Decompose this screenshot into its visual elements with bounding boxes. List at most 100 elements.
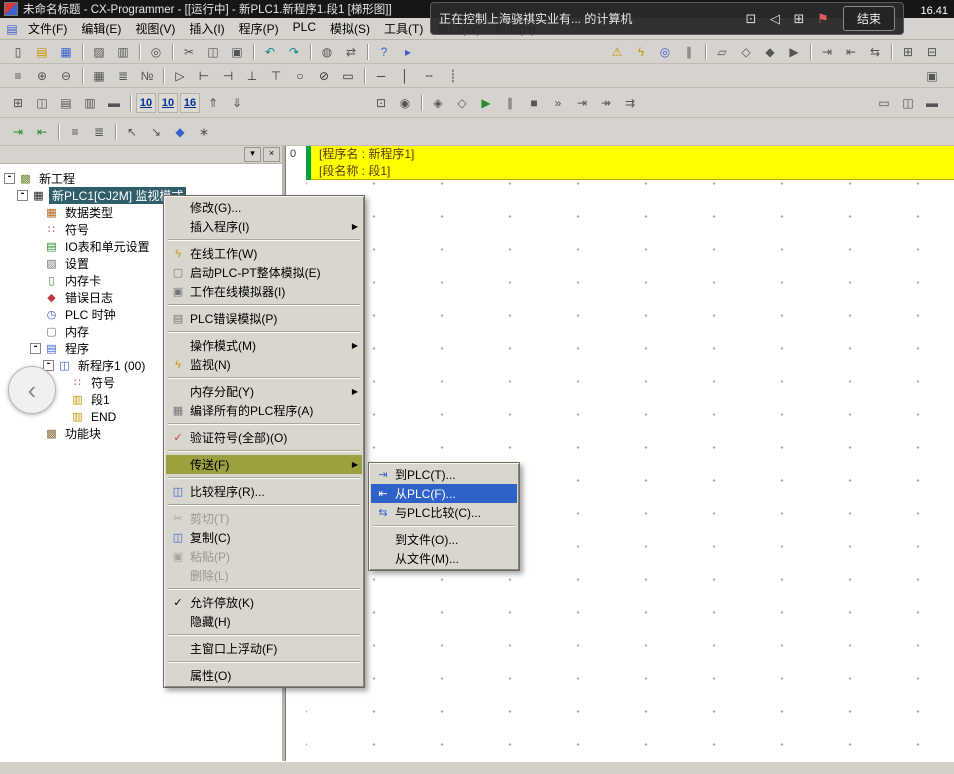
menu-compare-with-plc[interactable]: ⇆ 与PLC比较(C)...	[371, 503, 517, 522]
program-mode-button[interactable]: ▱	[711, 42, 733, 62]
menu-insert[interactable]: 插入(I)	[182, 18, 231, 39]
navigate-forward-button[interactable]: ↘	[145, 122, 167, 142]
scan-run-button[interactable]: ⇉	[619, 93, 641, 113]
menu-to-file[interactable]: 到文件(O)...	[371, 530, 517, 549]
align-list-button[interactable]: ≡	[64, 122, 86, 142]
menu-hide[interactable]: 隐藏(H)	[166, 612, 362, 631]
menu-edit[interactable]: 编辑(E)	[74, 18, 128, 39]
zoom-out-button[interactable]: ⊖	[55, 66, 77, 86]
dock-menu-button[interactable]: ▾	[244, 147, 261, 162]
comment-16-button[interactable]: 16	[180, 93, 200, 113]
watch-window-button[interactable]: ▥	[79, 93, 101, 113]
menu-copy[interactable]: ◫ 复制(C)	[166, 528, 362, 547]
section-header-row[interactable]: [段名称 : 段1]	[286, 163, 954, 180]
tree-expander-icon[interactable]	[30, 224, 41, 235]
close-panel-button[interactable]: ×	[263, 147, 280, 162]
menu-monitor[interactable]: ϟ 监视(N)	[166, 355, 362, 374]
send-changes-button[interactable]: ◉	[394, 93, 416, 113]
context-help-button[interactable]: ▸	[397, 42, 419, 62]
tree-expander-icon[interactable]	[30, 275, 41, 286]
compare-with-plc-button[interactable]: ⇆	[864, 42, 886, 62]
menu-transfer[interactable]: 传送(F) ▶	[166, 455, 362, 474]
menu-tools[interactable]: 工具(T)	[377, 18, 430, 39]
previous-reference-button[interactable]: ⇑	[202, 93, 224, 113]
navigate-back-button[interactable]: ↖	[121, 122, 143, 142]
tree-expander-icon[interactable]	[30, 292, 41, 303]
menu-program[interactable]: 程序(P)	[232, 18, 286, 39]
contact-nc-button[interactable]: ⊣	[217, 66, 239, 86]
transfer-from-plc-button[interactable]: ⇤	[840, 42, 862, 62]
tree-expander-icon[interactable]	[30, 207, 41, 218]
delete-horizontal-line-button[interactable]: ╌	[418, 66, 440, 86]
find-next-button[interactable]: ◍	[316, 42, 338, 62]
child-window-icon[interactable]: ▤	[3, 22, 21, 36]
tree-expander-icon[interactable]: -	[4, 173, 15, 184]
menu-compare-program[interactable]: ◫ 比较程序(R)...	[166, 482, 362, 501]
view-mnemonic-button[interactable]: ≡	[7, 66, 29, 86]
print-preview-button[interactable]: ▥	[112, 42, 134, 62]
menu-compile-all-plc-programs[interactable]: ▦ 编译所有的PLC程序(A)	[166, 401, 362, 420]
new-view-button[interactable]: ⊞	[7, 93, 29, 113]
tree-expander-icon[interactable]	[56, 411, 67, 422]
coil-nc-button[interactable]: ⊘	[313, 66, 335, 86]
menu-work-online-simulator[interactable]: ▣ 工作在线模拟器(I)	[166, 282, 362, 301]
step-run-button[interactable]: »	[547, 93, 569, 113]
new-file-button[interactable]: ▯	[7, 42, 29, 62]
menu-from-file[interactable]: 从文件(M)...	[371, 549, 517, 568]
paste-button[interactable]: ▣	[226, 42, 248, 62]
save-button[interactable]: ▦	[55, 42, 77, 62]
menu-operating-mode[interactable]: 操作模式(M) ▶	[166, 336, 362, 355]
transfer-to-plc-button[interactable]: ⇥	[816, 42, 838, 62]
menu-memory-allocation[interactable]: 内存分配(Y) ▶	[166, 382, 362, 401]
force-on-button[interactable]: ◈	[427, 93, 449, 113]
pause-monitor-button[interactable]: ∥	[678, 42, 700, 62]
menu-paste[interactable]: ▣ 粘贴(P)	[166, 547, 362, 566]
instruction-button[interactable]: ▭	[337, 66, 359, 86]
restore-all-button[interactable]: ◫	[897, 93, 919, 113]
bookmark-button[interactable]: ◆	[169, 122, 191, 142]
ladder-editor[interactable]: 0 [程序名 : 新程序1] [段名称 : 段1]	[285, 146, 954, 762]
delete-vertical-line-button[interactable]: ┊	[442, 66, 464, 86]
run-button[interactable]: ▶	[475, 93, 497, 113]
undo-button[interactable]: ↶	[259, 42, 281, 62]
menu-insert-program[interactable]: 插入程序(I) ▶	[166, 217, 362, 236]
cross-reference-window-button[interactable]: ◫	[31, 93, 53, 113]
minimize-all-button[interactable]: ▭	[873, 93, 895, 113]
menu-from-plc[interactable]: ⇤ 从PLC(F)...	[371, 484, 517, 503]
contact-or-no-button[interactable]: ⊥	[241, 66, 263, 86]
global-comment-10-button[interactable]: 10	[158, 93, 178, 113]
pause-button[interactable]: ∥	[499, 93, 521, 113]
tree-expander-icon[interactable]	[30, 309, 41, 320]
menu-work-online[interactable]: ϟ 在线工作(W)	[166, 244, 362, 263]
online-edit-button[interactable]: ⊡	[370, 93, 392, 113]
cross-reference-button[interactable]: ∗	[193, 122, 215, 142]
error-log-button[interactable]: ⚠	[606, 42, 628, 62]
find-button[interactable]: ◎	[145, 42, 167, 62]
tree-expander-icon[interactable]	[30, 326, 41, 337]
add-window-icon[interactable]: ⊞	[787, 11, 811, 27]
menu-to-plc[interactable]: ⇥ 到PLC(T)...	[371, 465, 517, 484]
debug-mode-button[interactable]: ◇	[735, 42, 757, 62]
tree-item-project[interactable]: - ▩ 新工程	[0, 170, 282, 187]
menu-plc-error-simulation[interactable]: ▤ PLC错误模拟(P)	[166, 309, 362, 328]
tree-expander-icon[interactable]	[56, 377, 67, 388]
menu-verify-symbols[interactable]: ✓ 验证符号(全部)(O)	[166, 428, 362, 447]
open-file-button[interactable]: ▤	[31, 42, 53, 62]
continuous-step-button[interactable]: ↠	[595, 93, 617, 113]
back-overlay-button[interactable]: ‹	[8, 366, 56, 414]
vertical-line-button[interactable]: │	[394, 66, 416, 86]
help-button[interactable]: ?	[373, 42, 395, 62]
decrease-indent-button[interactable]: ⇤	[31, 122, 53, 142]
monitor-mode-button[interactable]: ◆	[759, 42, 781, 62]
fullscreen-icon[interactable]: ⊡	[739, 11, 763, 27]
copy-button[interactable]: ◫	[202, 42, 224, 62]
cascade-windows-button[interactable]: ⊞	[897, 42, 919, 62]
menu-modify[interactable]: 修改(G)...	[166, 198, 362, 217]
zoom-in-button[interactable]: ⊕	[31, 66, 53, 86]
menu-plc[interactable]: PLC	[286, 18, 323, 39]
address-reference-tool-button[interactable]: ▣	[921, 66, 943, 86]
replace-button[interactable]: ⇄	[340, 42, 362, 62]
align-detail-button[interactable]: ≣	[88, 122, 110, 142]
show-rung-comments-button[interactable]: ≣	[112, 66, 134, 86]
local-symbols-button[interactable]: ▤	[55, 93, 77, 113]
